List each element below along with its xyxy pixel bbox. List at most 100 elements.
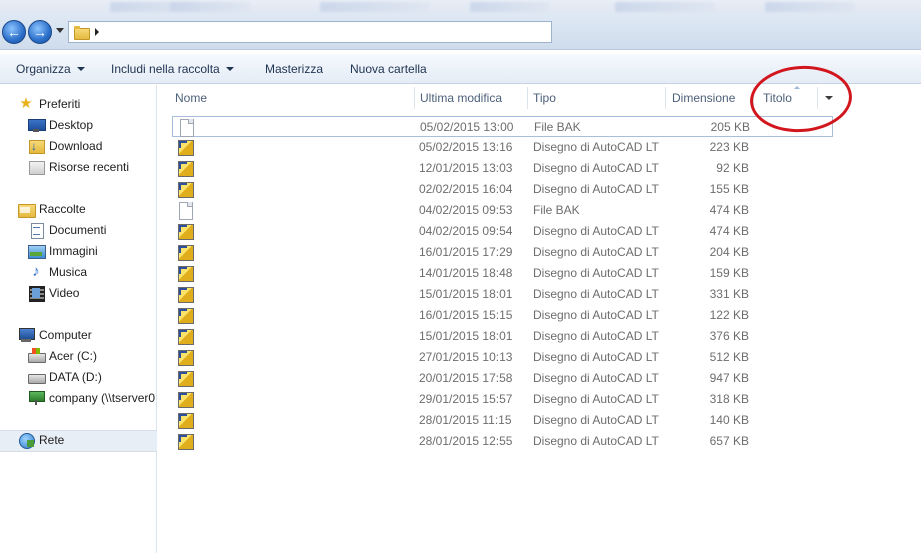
arrow-left-icon: ← [7, 24, 21, 40]
file-type: Disegno di AutoCAD LT [533, 371, 659, 385]
nav-libraries[interactable]: Raccolte [18, 199, 86, 219]
file-row[interactable]: 29/01/2015 15:57 Disegno di AutoCAD LT 318… [172, 389, 833, 410]
nav-download[interactable]: Download [28, 136, 102, 156]
column-header-name[interactable]: Nome [169, 85, 207, 111]
blurred-tab [615, 2, 715, 12]
arrow-right-icon: → [33, 24, 47, 40]
column-header-modified[interactable]: Ultima modifica [414, 85, 502, 111]
file-row[interactable]: 15/01/2015 18:01 Disegno di AutoCAD LT 331… [172, 284, 833, 305]
documents-icon [28, 222, 44, 239]
file-size: 204 KB [709, 245, 749, 259]
autocad-file-icon [177, 139, 194, 156]
column-header-type[interactable]: Tipo [527, 85, 556, 111]
nav-pictures[interactable]: Immagini [28, 241, 98, 261]
file-row[interactable]: 28/01/2015 12:55 Disegno di AutoCAD LT 657… [172, 431, 833, 452]
command-bar: Organizza Includi nella raccolta Masteri… [0, 54, 921, 84]
file-row[interactable]: 05/02/2015 13:16 Disegno di AutoCAD LT 223… [172, 137, 833, 158]
breadcrumb-chevron-icon[interactable] [95, 28, 99, 36]
autocad-file-icon [177, 286, 194, 303]
autocad-file-icon [177, 391, 194, 408]
file-modified-date: 14/01/2015 18:48 [419, 266, 513, 280]
file-row[interactable]: 20/01/2015 17:58 Disegno di AutoCAD LT 947… [172, 368, 833, 389]
sort-indicator-icon [794, 86, 800, 89]
autocad-file-icon [177, 370, 194, 387]
address-bar[interactable] [68, 21, 552, 43]
pictures-icon [28, 243, 46, 259]
file-type: Disegno di AutoCAD LT [533, 350, 659, 364]
autocad-file-icon [177, 244, 194, 261]
file-type: Disegno di AutoCAD LT [533, 413, 659, 427]
file-modified-date: 02/02/2015 16:04 [419, 182, 513, 196]
back-button[interactable]: ← [2, 20, 26, 44]
file-row[interactable]: 05/02/2015 13:00 File BAK 205 KB [172, 116, 833, 137]
file-type: Disegno di AutoCAD LT [533, 329, 659, 343]
star-icon: ★ [19, 95, 33, 112]
burn-button[interactable]: Masterizza [265, 62, 323, 76]
autocad-file-icon [177, 307, 194, 324]
file-type: Disegno di AutoCAD LT [533, 161, 659, 175]
libraries-icon [18, 201, 36, 218]
file-row[interactable]: 16/01/2015 17:29 Disegno di AutoCAD LT 204… [172, 242, 833, 263]
file-row[interactable]: 04/02/2015 09:53 File BAK 474 KB [172, 200, 833, 221]
new-folder-button[interactable]: Nuova cartella [350, 62, 427, 76]
include-in-library-menu[interactable]: Includi nella raccolta [111, 62, 234, 76]
autocad-file-icon [177, 433, 194, 450]
file-row[interactable]: 02/02/2015 16:04 Disegno di AutoCAD LT 155… [172, 179, 833, 200]
nav-drive-c[interactable]: Acer (C:) [28, 346, 97, 366]
file-modified-date: 15/01/2015 18:01 [419, 329, 513, 343]
file-size: 92 KB [716, 161, 749, 175]
caret-down-icon [225, 67, 234, 71]
desktop-icon [28, 117, 46, 133]
blurred-tab [170, 2, 250, 12]
column-header-size[interactable]: Dimensione [666, 85, 735, 111]
file-size: 331 KB [709, 287, 749, 301]
file-row[interactable]: 16/01/2015 15:15 Disegno di AutoCAD LT 122… [172, 305, 833, 326]
nav-documents[interactable]: Documenti [28, 220, 106, 240]
file-modified-date: 16/01/2015 17:29 [419, 245, 513, 259]
file-type: Disegno di AutoCAD LT [533, 182, 659, 196]
autocad-file-icon [177, 265, 194, 282]
file-modified-date: 28/01/2015 12:55 [419, 434, 513, 448]
file-size: 376 KB [709, 329, 749, 343]
file-type: Disegno di AutoCAD LT [533, 434, 659, 448]
video-filmstrip-icon [28, 285, 45, 302]
file-row[interactable]: 12/01/2015 13:03 Disegno di AutoCAD LT 92 … [172, 158, 833, 179]
caret-down-icon [76, 67, 85, 71]
folder-icon [73, 25, 90, 40]
nav-computer[interactable]: Computer [18, 325, 92, 345]
network-drive-icon [28, 390, 45, 406]
nav-recent[interactable]: Risorse recenti [28, 157, 129, 177]
nav-music[interactable]: ♪ Musica [28, 262, 87, 282]
file-modified-date: 27/01/2015 10:13 [419, 350, 513, 364]
column-filter-dropdown-icon[interactable] [825, 96, 833, 100]
nav-network-drive[interactable]: company (\\tserver0 [28, 388, 156, 408]
file-row[interactable]: 04/02/2015 09:54 Disegno di AutoCAD LT 474… [172, 221, 833, 242]
recent-pages-dropdown-icon[interactable] [56, 28, 64, 33]
column-divider[interactable] [753, 87, 754, 109]
nav-desktop[interactable]: Desktop [28, 115, 93, 135]
forward-button[interactable]: → [28, 20, 52, 44]
file-modified-date: 04/02/2015 09:54 [419, 224, 513, 238]
blurred-tab [470, 2, 550, 12]
file-type: Disegno di AutoCAD LT [533, 224, 659, 238]
nav-network[interactable]: Rete [18, 430, 64, 450]
column-divider[interactable] [817, 87, 818, 109]
nav-video[interactable]: Video [28, 283, 79, 303]
nav-favorites[interactable]: ★ Preferiti [18, 94, 80, 114]
bak-file-icon [177, 202, 193, 220]
file-row[interactable]: 15/01/2015 18:01 Disegno di AutoCAD LT 376… [172, 326, 833, 347]
file-size: 155 KB [709, 182, 749, 196]
music-note-icon: ♪ [32, 263, 40, 280]
recent-places-icon [28, 159, 45, 175]
navigation-pane: ★Preferiti Desktop Download Risorse rece… [0, 85, 157, 553]
download-folder-icon [28, 136, 45, 156]
organize-menu[interactable]: Organizza [16, 62, 85, 76]
autocad-file-icon [177, 328, 194, 345]
blurred-tab [765, 2, 855, 12]
file-row[interactable]: 14/01/2015 18:48 Disegno di AutoCAD LT 159… [172, 263, 833, 284]
file-row[interactable]: 28/01/2015 11:15 Disegno di AutoCAD LT 140… [172, 410, 833, 431]
file-size: 159 KB [709, 266, 749, 280]
nav-drive-d[interactable]: DATA (D:) [28, 367, 102, 387]
file-size: 223 KB [709, 140, 749, 154]
file-row[interactable]: 27/01/2015 10:13 Disegno di AutoCAD LT 512… [172, 347, 833, 368]
